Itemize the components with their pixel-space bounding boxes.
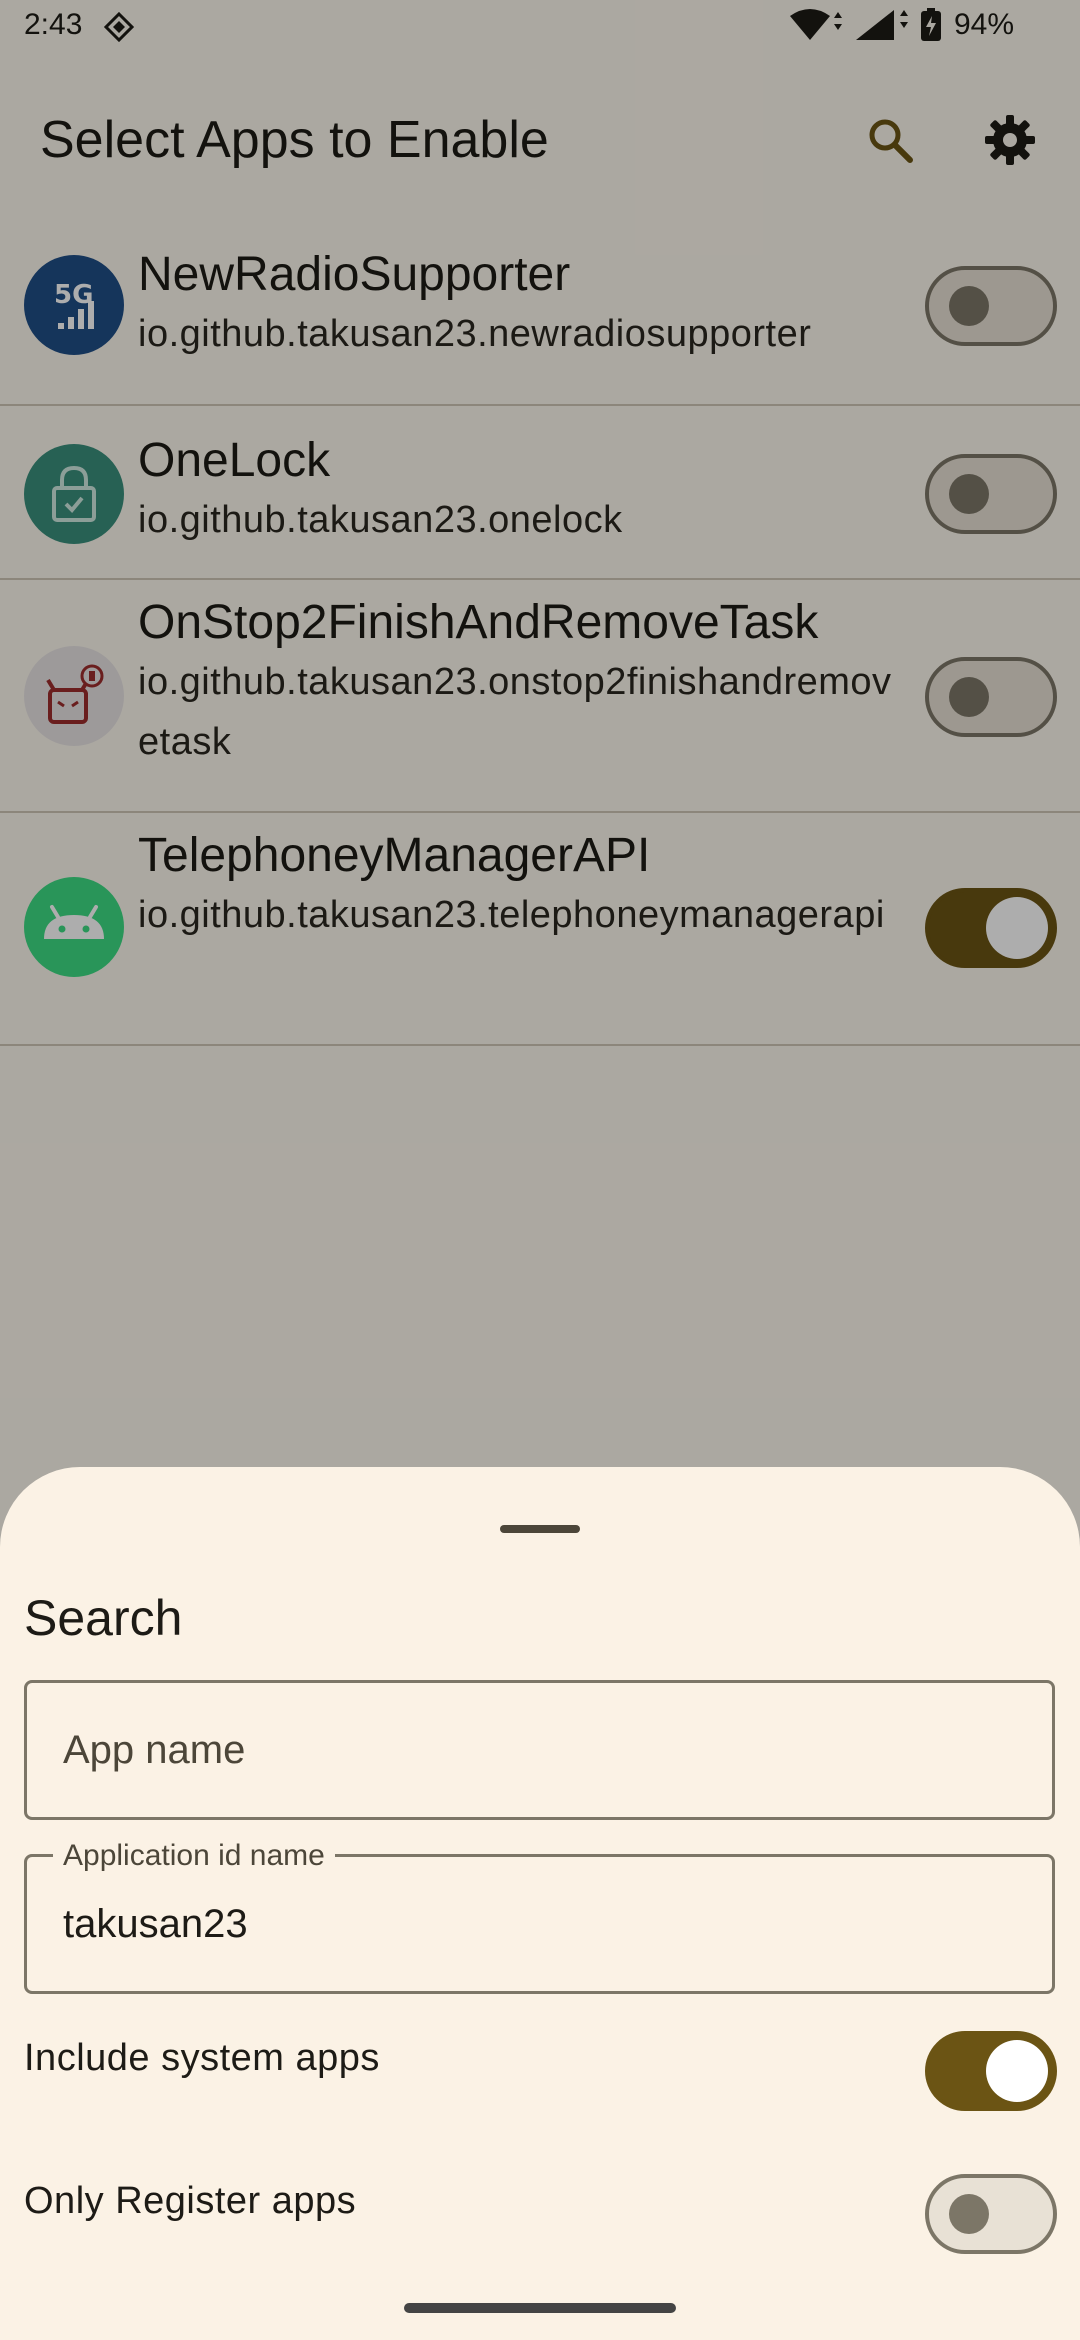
application-id-field[interactable]: Application id name bbox=[24, 1839, 1055, 1994]
include-system-apps-toggle[interactable] bbox=[925, 2031, 1057, 2111]
drag-handle[interactable] bbox=[500, 1525, 580, 1533]
sheet-title: Search bbox=[24, 1590, 183, 1646]
only-register-apps-row[interactable]: Only Register apps bbox=[0, 2170, 1080, 2260]
search-bottom-sheet: Search Application id name Include syste… bbox=[0, 1467, 1080, 2340]
toggle-thumb bbox=[949, 2194, 989, 2234]
gesture-navigation-bar[interactable] bbox=[404, 2303, 676, 2313]
application-id-label: Application id name bbox=[53, 1839, 335, 1873]
only-register-apps-toggle[interactable] bbox=[925, 2174, 1057, 2254]
only-register-apps-label: Only Register apps bbox=[24, 2180, 357, 2222]
app-name-field[interactable] bbox=[24, 1680, 1055, 1820]
app-name-input[interactable] bbox=[63, 1717, 1003, 1783]
include-system-apps-label: Include system apps bbox=[24, 2037, 380, 2079]
toggle-thumb bbox=[986, 2040, 1048, 2102]
include-system-apps-row[interactable]: Include system apps bbox=[0, 2027, 1080, 2117]
application-id-input[interactable] bbox=[63, 1891, 1003, 1957]
